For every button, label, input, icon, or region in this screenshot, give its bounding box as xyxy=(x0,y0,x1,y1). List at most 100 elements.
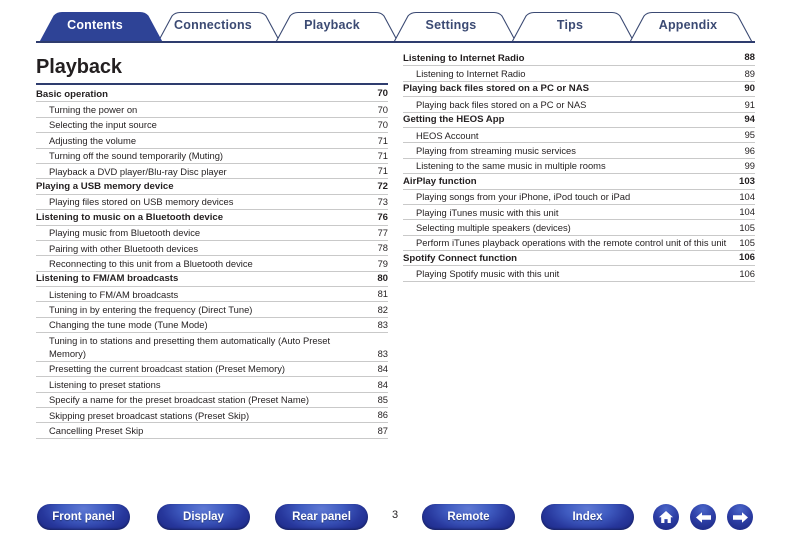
remote-button[interactable]: Remote xyxy=(422,504,515,530)
toc-entry-title: Skipping preset broadcast stations (Pres… xyxy=(49,409,250,421)
toc-entry-row[interactable]: Listening to the same music in multiple … xyxy=(403,159,755,175)
toc-entry-page: 71 xyxy=(377,149,388,161)
toc-entry-title: Listening to Internet Radio xyxy=(403,52,525,64)
title-divider xyxy=(36,83,388,85)
toc-entry-page: 88 xyxy=(744,52,755,64)
tab-tips[interactable] xyxy=(512,12,634,44)
toc-entry-page: 70 xyxy=(377,88,388,100)
next-button[interactable] xyxy=(727,504,753,530)
arrow-left-icon xyxy=(695,510,712,525)
rear-panel-button[interactable]: Rear panel xyxy=(275,504,368,530)
page-content: Playback Basic operation 70 Turning the po… xyxy=(0,48,791,488)
toc-chapter-row[interactable]: Spotify Connect function 106 xyxy=(403,251,755,267)
toc-entry-page: 96 xyxy=(744,144,755,156)
toc-entry-title: Playing a USB memory device xyxy=(36,180,174,192)
tab-connections[interactable] xyxy=(158,12,280,44)
toc-entry-title: Playing back files stored on a PC or NAS xyxy=(416,98,587,110)
toc-chapter-row[interactable]: Listening to FM/AM broadcasts 80 xyxy=(36,272,388,288)
toc-entry-title: Listening to the same music in multiple … xyxy=(416,160,606,172)
toc-chapter-row[interactable]: Playing back files stored on a PC or NAS… xyxy=(403,82,755,98)
page-number: 3 xyxy=(391,509,399,521)
toc-chapter-row[interactable]: Getting the HEOS App 94 xyxy=(403,113,755,128)
toc-entry-row[interactable]: Playing files stored on USB memory devic… xyxy=(36,195,388,211)
index-button[interactable]: Index xyxy=(541,504,634,530)
toc-column-left: Basic operation 70 Turning the power on 70 S… xyxy=(36,87,388,439)
toc-entry-page: 83 xyxy=(377,319,388,331)
tab-appendix[interactable] xyxy=(630,12,752,44)
toc-entry-row[interactable]: Playing songs from your iPhone, iPod tou… xyxy=(403,190,755,205)
toc-entry-page: 79 xyxy=(377,257,388,269)
toc-entry-title: Specify a name for the preset broadcast … xyxy=(49,394,310,406)
toc-entry-row[interactable]: Turning off the sound temporarily (Mutin… xyxy=(36,149,388,164)
toc-entry-title: Perform iTunes playback operations with … xyxy=(416,237,727,249)
toc-entry-row[interactable]: Pairing with other Bluetooth devices 78 xyxy=(36,241,388,257)
toc-chapter-row[interactable]: Basic operation 70 xyxy=(36,87,388,103)
home-button[interactable] xyxy=(653,504,679,530)
toc-entry-title: Listening to FM/AM broadcasts xyxy=(49,288,179,300)
toc-entry-page: 71 xyxy=(377,165,388,177)
toc-entry-row[interactable]: Selecting the input source 70 xyxy=(36,118,388,134)
toc-entry-page: 81 xyxy=(377,288,388,300)
toc-entry-page: 78 xyxy=(377,242,388,254)
toc-entry-row[interactable]: Listening to FM/AM broadcasts 81 xyxy=(36,287,388,303)
tab-bar: Contents Connections Playback Settings T… xyxy=(0,0,791,48)
toc-entry-row[interactable]: Listening to Internet Radio 89 xyxy=(403,66,755,82)
toc-entry-row[interactable]: Tuning in to stations and presetting the… xyxy=(36,333,388,362)
toc-chapter-row[interactable]: AirPlay function 103 xyxy=(403,174,755,190)
toc-entry-row[interactable]: Playing iTunes music with this unit 104 xyxy=(403,205,755,221)
toc-entry-row[interactable]: Playing back files stored on a PC or NAS… xyxy=(403,97,755,113)
tab-settings[interactable] xyxy=(394,12,516,44)
toc-entry-title: Tuning in by entering the frequency (Dir… xyxy=(49,304,253,316)
toc-chapter-row[interactable]: Playing a USB memory device 72 xyxy=(36,179,388,195)
previous-button[interactable] xyxy=(690,504,716,530)
toc-entry-row[interactable]: Specify a name for the preset broadcast … xyxy=(36,393,388,409)
toc-entry-title: Selecting multiple speakers (devices) xyxy=(416,221,571,233)
toc-entry-title: Playing back files stored on a PC or NAS xyxy=(403,83,590,95)
tab-contents[interactable] xyxy=(40,12,162,44)
toc-entry-row[interactable]: Listening to preset stations 84 xyxy=(36,377,388,393)
toc-entry-row[interactable]: Turning the power on 70 xyxy=(36,102,388,118)
toc-entry-title: Reconnecting to this unit from a Bluetoo… xyxy=(49,257,253,269)
toc-entry-row[interactable]: Playing Spotify music with this unit 106 xyxy=(403,266,755,282)
toc-entry-page: 104 xyxy=(739,190,755,202)
toc-entry-row[interactable]: Skipping preset broadcast stations (Pres… xyxy=(36,408,388,424)
toc-entry-title: Listening to preset stations xyxy=(49,378,161,390)
toc-entry-page: 95 xyxy=(744,129,755,141)
toc-entry-row[interactable]: Playing music from Bluetooth device 77 xyxy=(36,226,388,241)
toc-entry-row[interactable]: Reconnecting to this unit from a Bluetoo… xyxy=(36,256,388,272)
toc-entry-title: Turning the power on xyxy=(49,103,138,115)
toc-chapter-row[interactable]: Listening to music on a Bluetooth device… xyxy=(36,210,388,226)
toc-entry-row[interactable]: Adjusting the volume 71 xyxy=(36,133,388,149)
toc-entry-page: 105 xyxy=(739,237,755,249)
toc-entry-page: 106 xyxy=(739,267,755,279)
toc-entry-title: Adjusting the volume xyxy=(49,134,137,146)
toc-entry-title: Playing Spotify music with this unit xyxy=(416,268,560,280)
front-panel-button[interactable]: Front panel xyxy=(37,504,130,530)
toc-entry-row[interactable]: Tuning in by entering the frequency (Dir… xyxy=(36,302,388,318)
toc-entry-title: Listening to Internet Radio xyxy=(416,67,526,79)
toc-entry-page: 76 xyxy=(377,211,388,223)
toc-entry-page: 85 xyxy=(377,394,388,406)
toc-entry-row[interactable]: Selecting multiple speakers (devices) 105 xyxy=(403,220,755,236)
toc-entry-row[interactable]: Perform iTunes playback operations with … xyxy=(403,236,755,252)
toc-entry-title: Spotify Connect function xyxy=(403,252,518,264)
toc-entry-title: Turning off the sound temporarily (Mutin… xyxy=(49,150,224,162)
toc-entry-row[interactable]: Presetting the current broadcast station… xyxy=(36,362,388,378)
toc-entry-title: Playing songs from your iPhone, iPod tou… xyxy=(416,191,631,203)
toc-entry-row[interactable]: Playback a DVD player/Blu-ray Disc playe… xyxy=(36,164,388,180)
arrow-right-icon xyxy=(732,510,749,525)
toc-entry-row[interactable]: Cancelling Preset Skip 87 xyxy=(36,423,388,439)
toc-entry-row[interactable]: Playing from streaming music services 96 xyxy=(403,143,755,159)
toc-chapter-row[interactable]: Listening to Internet Radio 88 xyxy=(403,51,755,67)
toc-entry-row[interactable]: HEOS Account 95 xyxy=(403,128,755,144)
toc-entry-title: Cancelling Preset Skip xyxy=(49,425,144,436)
display-button[interactable]: Display xyxy=(157,504,250,530)
toc-entry-title: Playback a DVD player/Blu-ray Disc playe… xyxy=(49,165,227,177)
toc-entry-page: 83 xyxy=(377,347,388,359)
toc-entry-page: 86 xyxy=(377,409,388,421)
toc-entry-row[interactable]: Changing the tune mode (Tune Mode) 83 xyxy=(36,318,388,334)
toc-entry-title: Playing files stored on USB memory devic… xyxy=(49,196,234,208)
toc-entry-title: Listening to music on a Bluetooth device xyxy=(36,211,224,223)
tab-playback[interactable] xyxy=(276,12,398,44)
toc-entry-title: AirPlay function xyxy=(403,175,477,187)
